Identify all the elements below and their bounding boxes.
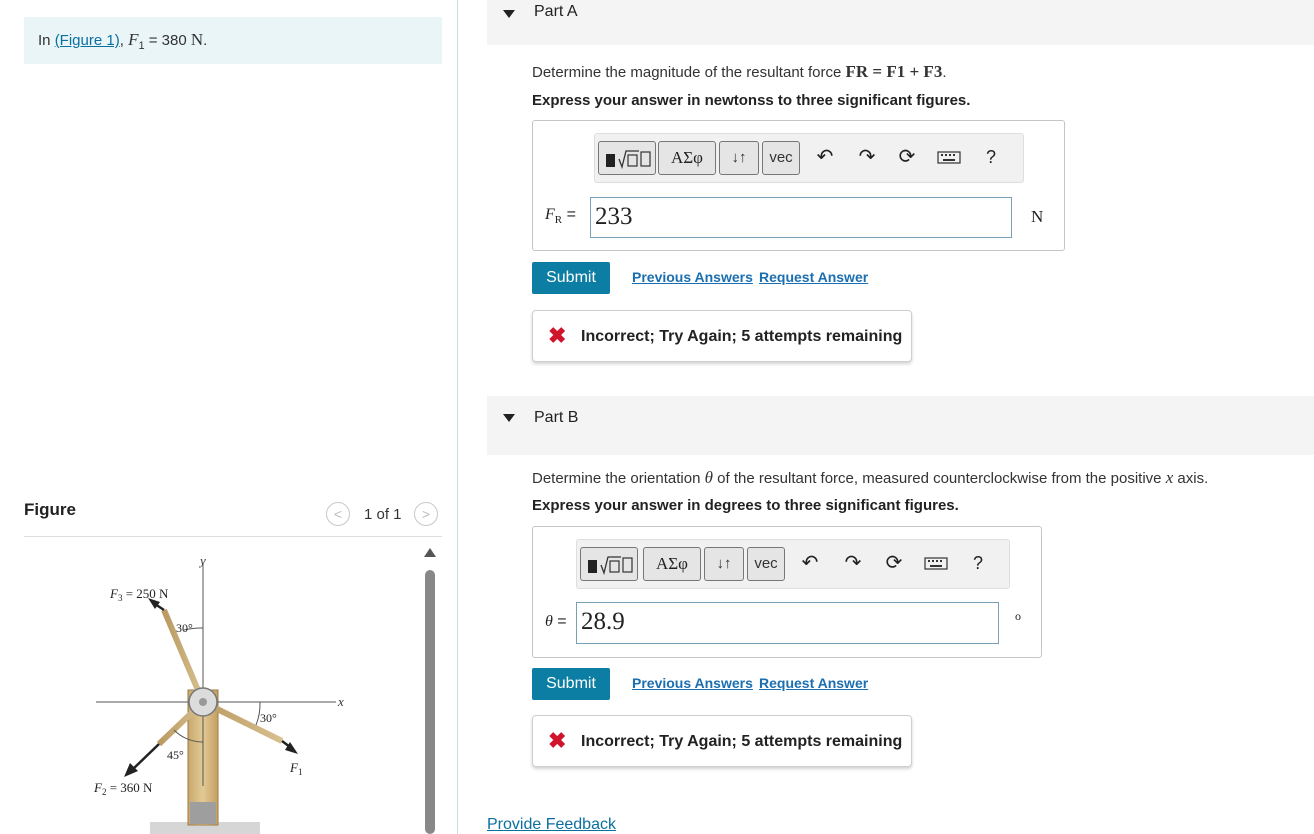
problem-intro: In (Figure 1), F1 = 380 N. <box>24 17 442 64</box>
answer-label-eq: = <box>562 206 576 223</box>
figure-title: Figure <box>24 500 76 519</box>
question-text: Determine the orientation <box>532 470 705 487</box>
figure-link[interactable]: (Figure 1) <box>55 32 120 49</box>
y-axis-label: y <box>198 553 206 568</box>
scroll-up-arrow-icon[interactable] <box>424 548 436 557</box>
redo-icon[interactable]: ↷ <box>841 551 865 575</box>
keyboard-icon[interactable] <box>924 551 948 575</box>
answer-label-symbol: θ <box>545 613 553 630</box>
question-text: Determine the magnitude of the resultant… <box>532 64 846 81</box>
angle-f2-label: 45° <box>167 748 184 762</box>
force-symbol: F <box>128 30 139 49</box>
figure-counter: 1 of 1 <box>364 506 402 523</box>
part-a-title: Part A <box>534 3 578 20</box>
collapse-triangle-icon[interactable] <box>503 10 515 18</box>
ring-center <box>199 698 207 706</box>
intro-period: . <box>203 32 208 49</box>
x-icon: ✖ <box>548 323 567 348</box>
part-a-feedback-text: Incorrect; Try Again; 5 attempts remaini… <box>581 328 903 345</box>
part-a-unit: N <box>1031 207 1044 226</box>
part-b-answer-label: θ = <box>545 613 567 631</box>
part-b-previous-answers-link[interactable]: Previous Answers <box>632 675 753 691</box>
part-b-answer-input[interactable]: 28.9 <box>576 602 999 644</box>
part-b-answer-box: ΑΣφ ↓↑ vec ↶ ↷ ⟳ ? θ = 28.9 o <box>532 526 1042 658</box>
post-bracket <box>190 802 216 824</box>
templates-icon <box>606 150 651 170</box>
help-icon[interactable]: ? <box>979 145 1003 169</box>
part-a-submit-button[interactable]: Submit <box>532 262 610 294</box>
x-axis-label: x <box>337 694 344 709</box>
part-a-answer-input[interactable]: 233 <box>590 197 1012 238</box>
greek-symbols-button[interactable]: ΑΣφ <box>643 547 701 581</box>
part-b-submit-button[interactable]: Submit <box>532 668 610 700</box>
part-a-previous-answers-link[interactable]: Previous Answers <box>632 269 753 285</box>
reset-icon[interactable]: ⟳ <box>895 145 919 169</box>
part-a-header[interactable]: Part A <box>487 0 1314 45</box>
f1-label: F1 <box>289 760 302 777</box>
vector-button[interactable]: vec <box>747 547 785 581</box>
question-mid: of the resultant force, measured counter… <box>712 470 1166 487</box>
chevron-right-icon: > <box>421 506 431 522</box>
undo-icon[interactable]: ↶ <box>813 145 837 169</box>
keyboard-icon[interactable] <box>937 145 961 169</box>
redo-icon[interactable]: ↷ <box>855 145 879 169</box>
part-a-answer-box: ΑΣφ ↓↑ vec ↶ ↷ ⟳ ? FR = 233 N <box>532 120 1065 251</box>
force-diagram: y x F3 = 250 N 30° 30° 45° F2 = 360 N F1 <box>93 553 344 834</box>
part-b-question: Determine the orientation θ of the resul… <box>532 468 1208 488</box>
figure-divider <box>24 536 442 537</box>
part-a-feedback: ✖ Incorrect; Try Again; 5 attempts remai… <box>532 310 912 362</box>
figure-scrollbar[interactable] <box>424 548 436 834</box>
pane-divider[interactable] <box>457 0 458 834</box>
figure-prev-button[interactable]: < <box>326 502 350 526</box>
part-a-answer-label: FR = <box>545 206 576 226</box>
figure-next-button[interactable]: > <box>414 502 438 526</box>
provide-feedback-link[interactable]: Provide Feedback <box>487 816 616 834</box>
question-theta: θ <box>704 468 713 487</box>
part-b-title: Part B <box>534 409 579 426</box>
intro-unit: N <box>190 30 204 49</box>
chevron-left-icon: < <box>333 506 343 522</box>
part-b-request-answer-link[interactable]: Request Answer <box>759 675 868 691</box>
vector-button[interactable]: vec <box>762 141 800 175</box>
part-b-feedback-text: Incorrect; Try Again; 5 attempts remaini… <box>581 733 903 750</box>
templates-icon <box>588 556 633 576</box>
intro-comma: , <box>119 32 129 49</box>
intro-prefix: In <box>38 32 55 49</box>
f2-arrow-shaft <box>131 743 160 771</box>
scroll-thumb[interactable] <box>425 570 435 834</box>
templates-button[interactable] <box>580 547 638 581</box>
part-a-instruction: Express your answer in newtonss to three… <box>532 92 971 109</box>
part-a-math-toolbar: ΑΣφ ↓↑ vec ↶ ↷ ⟳ ? <box>594 133 1024 183</box>
part-b-feedback: ✖ Incorrect; Try Again; 5 attempts remai… <box>532 715 912 767</box>
f3-label: F3 = 250 N <box>109 586 169 603</box>
intro-text: In (Figure 1), F1 = 380 N. <box>38 30 207 52</box>
subscript-superscript-button[interactable]: ↓↑ <box>704 547 744 581</box>
angle-f1-label: 30° <box>260 711 277 725</box>
reset-icon[interactable]: ⟳ <box>882 551 906 575</box>
question-formula: FR = F1 + F3 <box>845 62 943 81</box>
collapse-triangle-icon[interactable] <box>503 414 515 422</box>
answer-label-symbol: F <box>545 206 555 223</box>
part-a-question: Determine the magnitude of the resultant… <box>532 62 947 82</box>
part-b-math-toolbar: ΑΣφ ↓↑ vec ↶ ↷ ⟳ ? <box>576 539 1010 589</box>
question-end: axis. <box>1173 470 1209 487</box>
answer-label-eq: = <box>552 613 567 630</box>
part-b-header[interactable]: Part B <box>487 396 1314 455</box>
subscript-superscript-button[interactable]: ↓↑ <box>719 141 759 175</box>
x-icon: ✖ <box>548 728 567 753</box>
help-icon[interactable]: ? <box>966 551 990 575</box>
undo-icon[interactable]: ↶ <box>798 551 822 575</box>
part-a-request-answer-link[interactable]: Request Answer <box>759 269 868 285</box>
templates-button[interactable] <box>598 141 656 175</box>
greek-symbols-button[interactable]: ΑΣφ <box>658 141 716 175</box>
part-b-instruction: Express your answer in degrees to three … <box>532 497 959 514</box>
part-b-unit: o <box>1015 609 1021 623</box>
question-end: . <box>942 64 947 81</box>
angle-f3-label: 30° <box>176 621 193 635</box>
f2-label: F2 = 360 N <box>93 780 153 797</box>
intro-value: = 380 <box>144 32 191 49</box>
